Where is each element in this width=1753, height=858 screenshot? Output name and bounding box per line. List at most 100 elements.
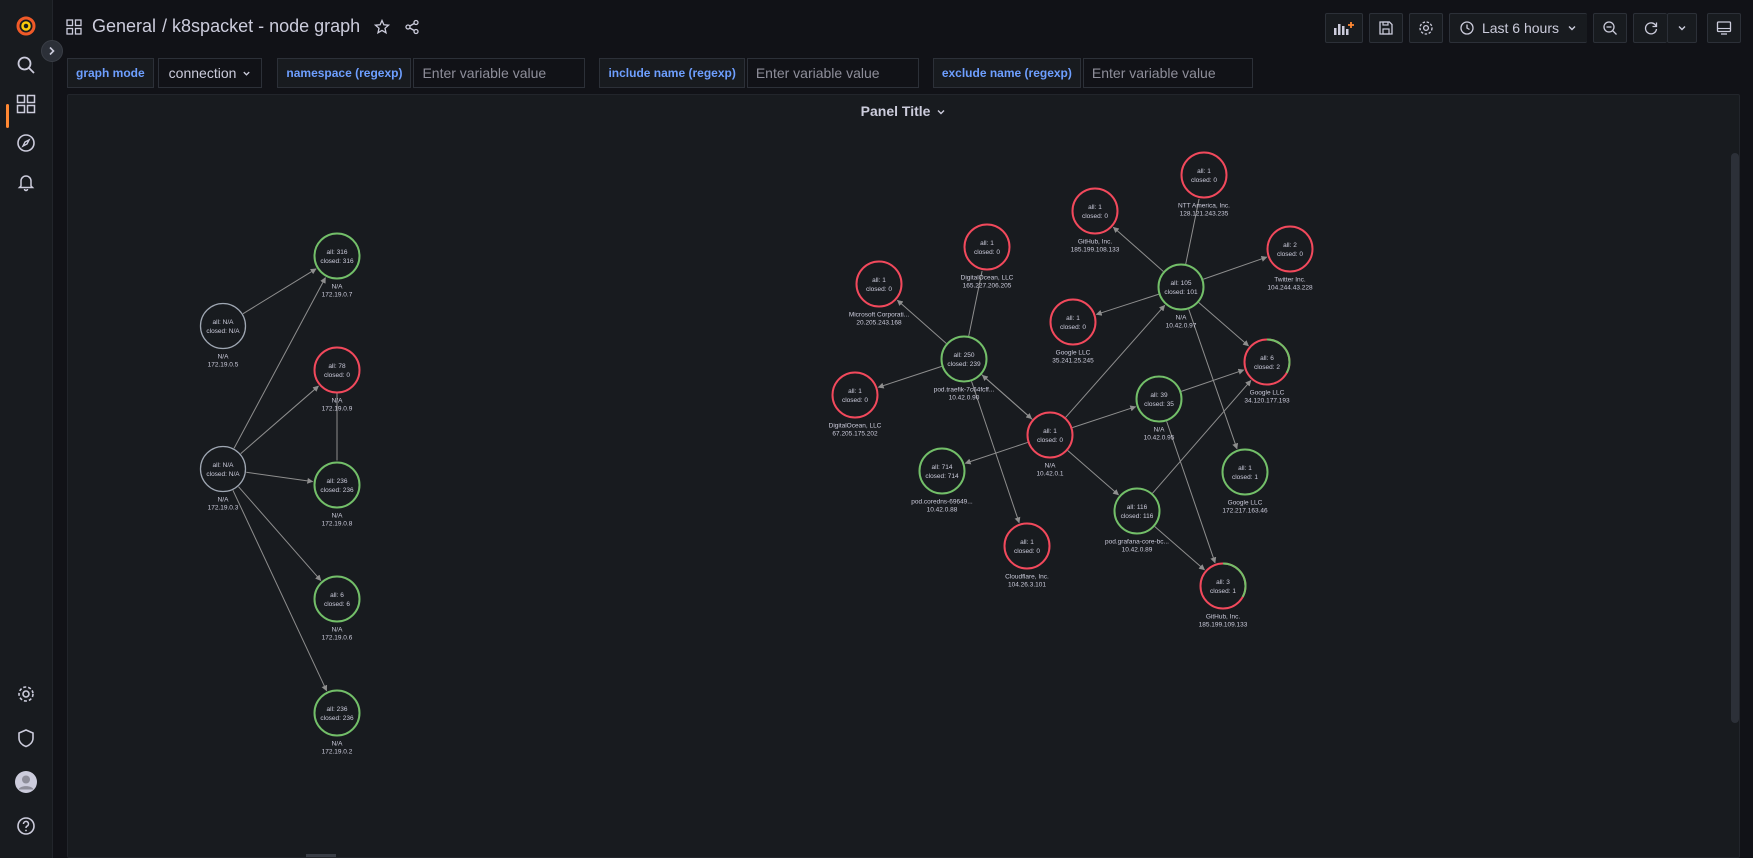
graph-node-n02[interactable]: all: 236 closed: 236 N/A172.19.0.2 <box>313 689 361 756</box>
node-ip: 34.120.177.193 <box>1244 398 1290 405</box>
server-admin-shield-icon[interactable] <box>13 725 39 751</box>
graph-edge-grafana-gh2[interactable] <box>1154 526 1205 571</box>
graph-edge-n097-gh1[interactable] <box>1112 226 1164 272</box>
graph-edge-n05-n07[interactable] <box>242 268 317 315</box>
node-stat-all: all: 116 <box>1127 504 1148 511</box>
graph-mode-value: connection <box>168 65 237 81</box>
explore-compass-icon[interactable] <box>13 130 39 156</box>
graph-edge-n03-n09[interactable] <box>240 385 319 454</box>
graph-node-n09[interactable]: all: 78 closed: 0 N/A172.19.0.9 <box>313 346 361 413</box>
search-icon[interactable] <box>13 52 39 78</box>
graph-edge-n01-n095[interactable] <box>1072 405 1137 429</box>
graph-edge-n097-g34[interactable] <box>1198 302 1249 347</box>
add-panel-button[interactable] <box>1324 13 1363 43</box>
graph-node-do2[interactable]: all: 1 closed: 0 DigitalOcean, LLC67.205.1… <box>829 371 882 438</box>
graph-node-n08[interactable]: all: 236 closed: 236 N/A172.19.0.8 <box>313 461 361 528</box>
graph-node-n07[interactable]: all: 316 closed: 316 N/A172.19.0.7 <box>313 232 361 299</box>
graph-edge-n03-n07[interactable] <box>233 277 326 449</box>
grafana-logo-icon[interactable] <box>13 13 39 39</box>
graph-node-gh1[interactable]: all: 1 closed: 0 GitHub, Inc.185.199.108.1… <box>1071 187 1120 254</box>
graph-edge-n03-n06[interactable] <box>238 486 322 582</box>
node-stat-all: all: 1 <box>1043 428 1057 435</box>
node-stat-closed: closed: 0 <box>974 249 1000 256</box>
node-title: N/A <box>218 354 230 361</box>
graph-node-n06[interactable]: all: 6 closed: 6 N/A172.19.0.6 <box>313 575 361 642</box>
node-stat-closed: closed: 0 <box>1082 213 1108 220</box>
nodes-layer: all: N/Aclosed: N/AN/A172.19.0.5all: N/A… <box>199 151 1314 756</box>
user-avatar-icon[interactable] <box>13 769 39 795</box>
node-stat-closed: closed: 316 <box>320 258 354 265</box>
graph-node-do1[interactable]: all: 1 closed: 0 DigitalOcean, LLC165.227.… <box>961 223 1014 290</box>
graph-edge-n01-grafana[interactable] <box>1067 450 1120 496</box>
breadcrumb-folder-link[interactable]: General <box>92 16 156 37</box>
time-range-picker[interactable]: Last 6 hours <box>1448 13 1587 43</box>
node-title: GitHub, Inc. <box>1206 614 1241 621</box>
graph-node-n095[interactable]: all: 39 closed: 35 N/A10.42.0.95 <box>1135 375 1183 442</box>
zoom-out-button[interactable] <box>1593 13 1627 43</box>
node-stat-all: all: 1 <box>1066 315 1080 322</box>
graph-node-cf[interactable]: all: 1 closed: 0 Cloudflare, Inc.104.26.3.… <box>1003 522 1051 589</box>
graph-edge-n03-n08[interactable] <box>246 471 314 484</box>
graph-edge-n03-n02[interactable] <box>232 490 328 692</box>
namespace-input[interactable] <box>413 58 586 88</box>
node-ip: 104.26.3.101 <box>1008 582 1046 589</box>
vertical-scrollbar[interactable] <box>1731 153 1739 723</box>
node-ip: 172.217.163.46 <box>1222 508 1268 515</box>
save-dashboard-button[interactable] <box>1368 13 1403 43</box>
graph-node-g172[interactable]: all: 1 closed: 1 Google LLC172.217.163.46 <box>1221 448 1269 515</box>
include-name-input[interactable] <box>746 58 919 88</box>
graph-node-ntt[interactable]: all: 1 closed: 0 NTT America, Inc.128.121.… <box>1178 151 1230 218</box>
node-title: N/A <box>332 398 344 405</box>
dashboard-settings-button[interactable] <box>1408 13 1443 43</box>
node-stat-closed: closed: 0 <box>866 286 892 293</box>
graph-edge-n01-coredns[interactable] <box>964 441 1028 465</box>
graph-edge-n095-g34[interactable] <box>1181 368 1245 392</box>
refresh-interval-dropdown[interactable] <box>1667 13 1697 43</box>
node-title: N/A <box>1176 315 1188 322</box>
share-icon[interactable] <box>404 19 420 35</box>
star-favorite-icon[interactable] <box>374 18 391 35</box>
help-question-icon[interactable] <box>13 813 39 839</box>
node-graph-canvas[interactable]: all: N/Aclosed: N/AN/A172.19.0.5all: N/A… <box>68 95 1739 857</box>
var-label-graph-mode: graph mode <box>67 58 154 88</box>
graph-node-traefik[interactable]: all: 250 closed: 239 pod.traefik-7c64fcff.… <box>934 335 995 402</box>
graph-edge-n01-traefik[interactable] <box>981 374 1033 420</box>
configuration-gear-icon[interactable] <box>13 681 39 707</box>
node-stat-closed: closed: N/A <box>206 328 240 335</box>
graph-node-coredns[interactable]: all: 714 closed: 714 pod.coredns-69649...1… <box>911 447 973 514</box>
breadcrumb-dashboard-title[interactable]: / k8spacket - node graph <box>162 16 360 37</box>
graph-mode-select[interactable]: connection <box>157 58 263 88</box>
node-stat-closed: closed: 0 <box>1060 324 1086 331</box>
graph-node-n05[interactable]: all: N/A closed: N/A N/A172.19.0.5 <box>199 302 247 369</box>
node-stat-closed: closed: 1 <box>1232 474 1258 481</box>
node-title: DigitalOcean, LLC <box>961 275 1014 282</box>
exclude-name-input[interactable] <box>1082 58 1253 88</box>
graph-edge-traefik-cf[interactable] <box>971 381 1021 524</box>
node-stat-closed: closed: 714 <box>925 473 959 480</box>
alerting-bell-icon[interactable] <box>13 169 39 195</box>
graph-node-n01[interactable]: all: 1 closed: 0 N/A10.42.0.1 <box>1026 411 1074 478</box>
graph-edge-n095-gh2[interactable] <box>1166 421 1217 564</box>
graph-node-g35[interactable]: all: 1 closed: 0 Google LLC35.241.25.245 <box>1049 298 1097 365</box>
node-stat-all: all: 39 <box>1150 392 1168 399</box>
graph-node-tw[interactable]: all: 2 closed: 0 Twitter Inc.104.244.43.22… <box>1266 225 1314 292</box>
node-stat-all: all: 105 <box>1171 280 1192 287</box>
graph-node-ms[interactable]: all: 1 closed: 0 Microsoft Corporati...20.… <box>849 260 910 327</box>
graph-edge-n097-tw[interactable] <box>1203 256 1268 280</box>
graph-node-g34[interactable]: all: 6 closed: 2 Google LLC34.120.177.193 <box>1243 338 1291 405</box>
node-ip: 165.227.206.205 <box>963 283 1012 290</box>
graph-node-n097[interactable]: all: 105 closed: 101 N/A10.42.0.97 <box>1157 263 1205 330</box>
graph-edge-n097-g35[interactable] <box>1095 293 1159 316</box>
horizontal-scrollbar[interactable] <box>306 854 336 857</box>
dashboards-icon[interactable] <box>13 91 39 117</box>
node-stat-closed: closed: 236 <box>320 487 354 494</box>
refresh-button[interactable] <box>1633 13 1667 43</box>
node-stat-all: all: 2 <box>1283 242 1297 249</box>
graph-node-gh2[interactable]: all: 3 closed: 1 GitHub, Inc.185.199.109.1… <box>1199 562 1248 629</box>
graph-edge-traefik-ms[interactable] <box>896 299 947 344</box>
expand-sidebar-button[interactable] <box>41 40 63 62</box>
chevron-down-icon <box>1567 23 1577 33</box>
graph-node-grafana[interactable]: all: 116 closed: 116 pod.grafana-core-bc..… <box>1105 487 1169 554</box>
graph-edge-traefik-do2[interactable] <box>877 365 942 389</box>
tv-mode-button[interactable] <box>1707 13 1741 43</box>
